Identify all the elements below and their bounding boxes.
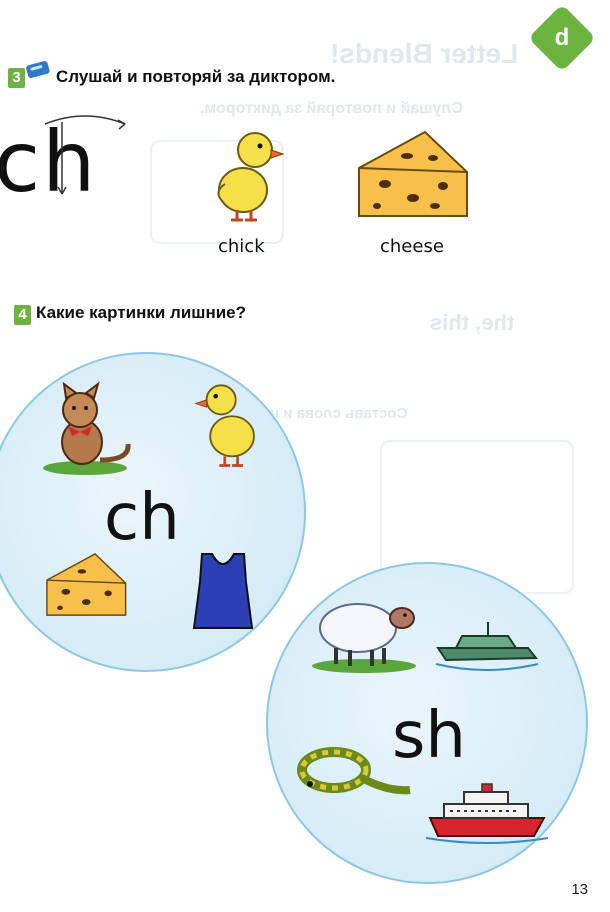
word-cheese: cheese [380, 236, 444, 257]
word-chick: chick [218, 236, 265, 257]
boat-icon[interactable] [432, 618, 542, 676]
vest-icon[interactable] [190, 552, 256, 632]
exercise-3-instruction: Слушай и повторяй за диктором. [56, 67, 336, 86]
chick-icon [217, 132, 285, 222]
exercise-3-number: 3 [8, 68, 25, 88]
page-number: 13 [571, 881, 588, 898]
snake-icon[interactable] [290, 744, 418, 804]
section-badge: d [528, 4, 596, 72]
sheep-icon[interactable] [308, 590, 420, 674]
circle-letters-ch: ch [104, 481, 180, 555]
section-badge-letter: d [554, 24, 570, 51]
cheese-icon [358, 130, 468, 217]
ship-icon[interactable] [424, 783, 550, 846]
chick-icon[interactable] [192, 376, 274, 472]
cat-icon[interactable] [40, 381, 135, 477]
cd-audio-icon[interactable] [26, 60, 52, 80]
blend-arrow-icon [44, 115, 126, 195]
exercise-4-number: 4 [14, 305, 31, 325]
exercise-4-instruction: Какие картинки лишние? [36, 303, 247, 322]
cheese-icon[interactable] [44, 550, 130, 622]
